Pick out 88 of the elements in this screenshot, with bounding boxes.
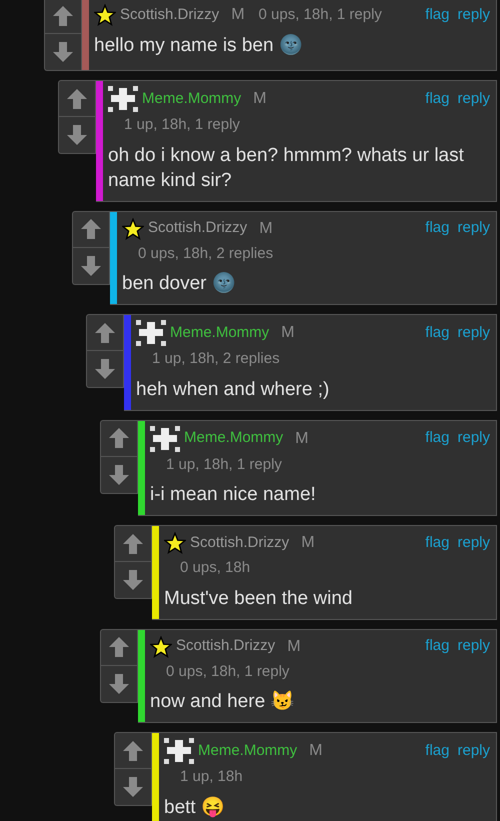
comment-text: bett 😝 (164, 796, 226, 820)
user-tag: M (259, 216, 273, 240)
comment-meta: 0 ups, 18h, 1 reply (165, 662, 290, 682)
comment-text: hello my name is ben 🌚 (94, 33, 304, 58)
reply-link[interactable]: reply (457, 322, 490, 344)
flag-link[interactable]: flag (425, 740, 450, 762)
downvote-button[interactable] (100, 456, 138, 494)
author-name[interactable]: Meme.Mommy (170, 322, 270, 344)
user-tag: M (287, 634, 301, 658)
upvote-button[interactable] (100, 628, 138, 666)
down-arrow-icon (122, 776, 144, 798)
downvote-button[interactable] (86, 351, 124, 388)
comment-text: now and here 😼 (150, 690, 296, 714)
user-tag: M (253, 87, 266, 111)
user-tag: M (281, 321, 294, 345)
flag-link[interactable]: flag (425, 217, 450, 240)
user-tag: M (231, 3, 245, 27)
upvote-button[interactable] (44, 0, 82, 34)
comment-meta: 0 ups, 18h, 2 replies (137, 244, 274, 264)
user-tag: M (301, 531, 315, 555)
comment-meta: 0 ups, 18h, 1 reply (258, 4, 382, 25)
downvote-button[interactable] (72, 248, 110, 284)
downvote-button[interactable] (114, 769, 152, 806)
star-icon (150, 636, 172, 658)
up-arrow-icon (66, 88, 88, 110)
upvote-button[interactable] (72, 210, 110, 248)
reply-link[interactable]: reply (457, 532, 490, 554)
flag-link[interactable]: flag (425, 88, 450, 110)
down-arrow-icon (94, 358, 116, 380)
pixel-avatar-icon (150, 426, 180, 452)
up-arrow-icon (108, 636, 130, 658)
up-arrow-icon (94, 322, 116, 344)
user-tag: M (295, 426, 308, 450)
comment-text: i-i mean nice name! (150, 483, 317, 507)
downvote-button[interactable] (58, 117, 96, 154)
comment-meta: 1 up, 18h, 1 reply (123, 115, 241, 135)
author-name[interactable]: Scottish.Drizzy (148, 217, 248, 240)
star-icon (94, 4, 116, 26)
author-name[interactable]: Scottish.Drizzy (120, 4, 220, 26)
flag-link[interactable]: flag (425, 427, 450, 450)
reply-link[interactable]: reply (457, 4, 490, 26)
comment-text: oh do i know a ben? hmmm? whats ur last name kind sir? (108, 144, 465, 192)
upvote-button[interactable] (58, 80, 96, 117)
reply-link[interactable]: reply (457, 427, 490, 450)
down-arrow-icon (108, 672, 130, 694)
author-name[interactable]: Scottish.Drizzy (190, 532, 290, 554)
upvote-button[interactable] (100, 420, 138, 456)
author-name[interactable]: Scottish.Drizzy (176, 635, 276, 658)
downvote-button[interactable] (44, 34, 82, 71)
reply-link[interactable]: reply (457, 88, 490, 110)
up-arrow-icon (108, 427, 130, 449)
user-tag: M (309, 739, 322, 763)
up-arrow-icon (52, 4, 74, 26)
pixel-avatar-icon (136, 320, 166, 346)
flag-link[interactable]: flag (425, 532, 450, 554)
comment-meta: 1 up, 18h, 2 replies (151, 349, 281, 369)
down-arrow-icon (108, 464, 130, 486)
downvote-button[interactable] (114, 562, 152, 599)
reply-link[interactable]: reply (457, 217, 490, 240)
comment-text: heh when and where ;) (136, 378, 330, 402)
upvote-button[interactable] (86, 314, 124, 351)
up-arrow-icon (122, 740, 144, 762)
author-name[interactable]: Meme.Mommy (142, 88, 242, 110)
downvote-button[interactable] (100, 666, 138, 702)
pixel-avatar-icon (108, 86, 138, 112)
comment-meta: 1 up, 18h, 1 reply (165, 454, 283, 474)
up-arrow-icon (80, 218, 102, 240)
star-icon (164, 532, 186, 554)
star-icon (122, 218, 144, 240)
comment-meta: 1 up, 18h (179, 767, 244, 787)
comment-meta: 0 ups, 18h (179, 558, 252, 578)
author-name[interactable]: Meme.Mommy (198, 740, 298, 762)
flag-link[interactable]: flag (425, 635, 450, 658)
down-arrow-icon (122, 569, 144, 591)
reply-link[interactable]: reply (457, 635, 490, 658)
down-arrow-icon (52, 41, 74, 63)
down-arrow-icon (80, 254, 102, 276)
reply-link[interactable]: reply (457, 740, 490, 762)
upvote-button[interactable] (114, 525, 152, 562)
flag-link[interactable]: flag (425, 322, 450, 344)
down-arrow-icon (66, 124, 88, 146)
upvote-button[interactable] (114, 732, 152, 769)
flag-link[interactable]: flag (425, 4, 450, 26)
comment-text: Must've been the wind (164, 586, 354, 610)
comment-text: ben dover 🌚 (122, 271, 237, 296)
author-name[interactable]: Meme.Mommy (184, 427, 284, 450)
pixel-avatar-icon (164, 738, 194, 764)
up-arrow-icon (122, 532, 144, 554)
